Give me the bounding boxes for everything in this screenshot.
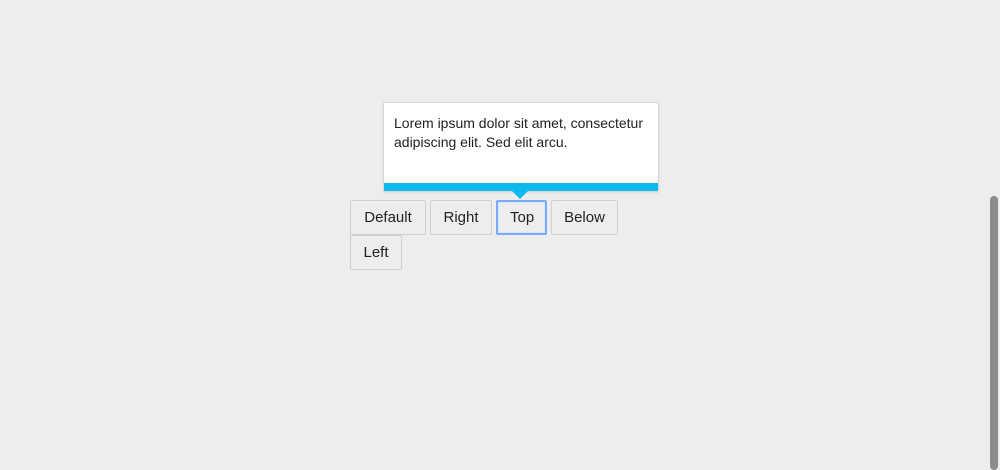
vertical-scrollbar-thumb[interactable] [990, 196, 998, 470]
left-button[interactable]: Left [350, 235, 402, 270]
top-button[interactable]: Top [496, 200, 547, 235]
tooltip-text: Lorem ipsum dolor sit amet, consectetur … [394, 115, 643, 150]
below-button[interactable]: Below [551, 200, 618, 235]
default-button[interactable]: Default [350, 200, 426, 235]
tooltip-popover: Lorem ipsum dolor sit amet, consectetur … [383, 102, 659, 192]
tooltip-arrow [511, 190, 529, 199]
page-canvas: Lorem ipsum dolor sit amet, consectetur … [0, 0, 1000, 470]
right-button[interactable]: Right [430, 200, 492, 235]
